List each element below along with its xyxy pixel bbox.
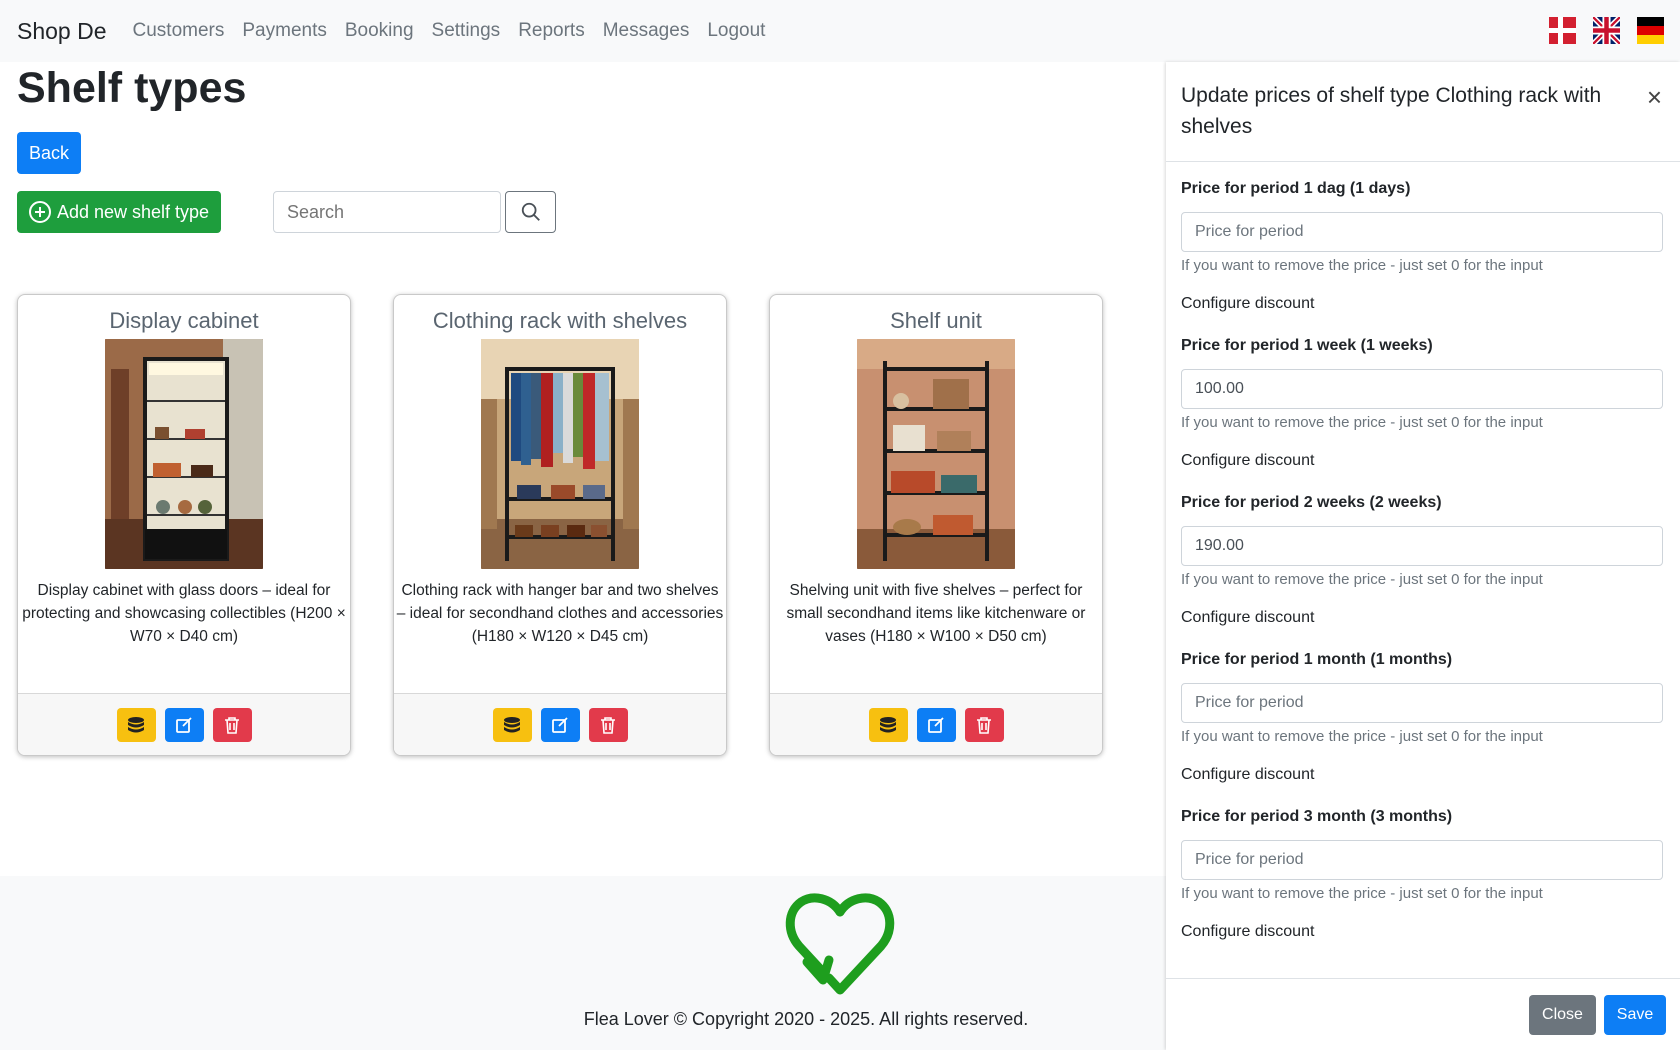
- save-button[interactable]: Save: [1604, 995, 1666, 1035]
- search-input[interactable]: [273, 191, 501, 233]
- nav-link-settings[interactable]: Settings: [432, 20, 501, 42]
- delete-button[interactable]: [588, 707, 628, 742]
- page-title: Shelf types: [17, 64, 247, 112]
- price-hint: If you want to remove the price - just s…: [1181, 885, 1543, 902]
- configure-discount-link[interactable]: Configure discount: [1181, 923, 1666, 941]
- coins-icon: [504, 716, 520, 732]
- german-flag-icon[interactable]: [1637, 17, 1664, 44]
- close-button[interactable]: Close: [1529, 995, 1596, 1035]
- uk-flag-icon[interactable]: [1593, 17, 1620, 44]
- card-actions: [394, 693, 726, 755]
- nav-link-payments[interactable]: Payments: [242, 20, 326, 42]
- card-actions: [770, 693, 1102, 755]
- nav-link-messages[interactable]: Messages: [603, 20, 690, 42]
- back-button[interactable]: Back: [17, 132, 81, 174]
- display-cabinet-image: [105, 339, 263, 569]
- card-description: Display cabinet with glass doors – ideal…: [22, 582, 346, 645]
- edit-icon: [928, 716, 944, 733]
- brand[interactable]: Shop De: [17, 18, 107, 45]
- configure-discount-link[interactable]: Configure discount: [1181, 295, 1666, 313]
- price-field-1-week: Price for period 1 week (1 weeks) If you…: [1181, 337, 1666, 470]
- danish-flag-icon[interactable]: [1549, 17, 1576, 44]
- card-title: Shelf unit: [890, 308, 982, 333]
- configure-discount-link[interactable]: Configure discount: [1181, 452, 1666, 470]
- add-shelf-type-button[interactable]: Add new shelf type: [17, 191, 221, 233]
- edit-icon: [176, 716, 192, 733]
- nav-link-customers[interactable]: Customers: [133, 20, 225, 42]
- panel-header: Update prices of shelf type Clothing rac…: [1166, 62, 1680, 162]
- panel-title: Update prices of shelf type Clothing rac…: [1181, 84, 1602, 138]
- price-label: Price for period 1 week (1 weeks): [1181, 337, 1433, 354]
- heart-recycle-logo-icon: [785, 893, 895, 995]
- price-label: Price for period 1 dag (1 days): [1181, 180, 1411, 197]
- update-prices-panel: Update prices of shelf type Clothing rac…: [1166, 62, 1680, 1050]
- price-input[interactable]: [1181, 526, 1663, 566]
- update-prices-button[interactable]: [116, 707, 156, 742]
- panel-footer: Close Save: [1166, 978, 1680, 1050]
- card-title: Display cabinet: [109, 308, 259, 333]
- price-hint: If you want to remove the price - just s…: [1181, 571, 1543, 588]
- trash-icon: [225, 716, 239, 734]
- price-field-1-month: Price for period 1 month (1 months) If y…: [1181, 651, 1666, 784]
- price-field-3-months: Price for period 3 month (3 months) If y…: [1181, 808, 1666, 941]
- coins-icon: [880, 716, 896, 732]
- price-hint: If you want to remove the price - just s…: [1181, 257, 1543, 274]
- trash-icon: [601, 716, 615, 734]
- price-label: Price for period 3 month (3 months): [1181, 808, 1453, 825]
- price-input[interactable]: [1181, 683, 1663, 723]
- price-label: Price for period 1 month (1 months): [1181, 651, 1453, 668]
- delete-button[interactable]: [964, 707, 1004, 742]
- edit-button[interactable]: [540, 707, 580, 742]
- shelf-card-shelf-unit: Shelf unit Shelving unit with five shelv…: [769, 294, 1103, 756]
- price-label: Price for period 2 weeks (2 weeks): [1181, 494, 1442, 511]
- shelf-card-clothing-rack: Clothing rack with shelves Clothing rack…: [393, 294, 727, 756]
- edit-button[interactable]: [164, 707, 204, 742]
- edit-button[interactable]: [916, 707, 956, 742]
- price-field-1-day: Price for period 1 dag (1 days) If you w…: [1181, 180, 1666, 313]
- shelf-unit-image: [857, 339, 1015, 569]
- price-hint: If you want to remove the price - just s…: [1181, 414, 1543, 431]
- edit-icon: [552, 716, 568, 733]
- delete-button[interactable]: [212, 707, 252, 742]
- trash-icon: [977, 716, 991, 734]
- card-description: Shelving unit with five shelves – perfec…: [786, 582, 1086, 645]
- update-prices-button[interactable]: [868, 707, 908, 742]
- update-prices-button[interactable]: [492, 707, 532, 742]
- navbar: Shop De Customers Payments Booking Setti…: [0, 0, 1680, 62]
- price-input[interactable]: [1181, 840, 1663, 880]
- price-input[interactable]: [1181, 369, 1663, 409]
- card-description: Clothing rack with hanger bar and two sh…: [396, 582, 724, 645]
- nav-link-logout[interactable]: Logout: [707, 20, 765, 42]
- price-hint: If you want to remove the price - just s…: [1181, 728, 1543, 745]
- nav-link-booking[interactable]: Booking: [345, 20, 414, 42]
- configure-discount-link[interactable]: Configure discount: [1181, 766, 1666, 784]
- price-field-2-weeks: Price for period 2 weeks (2 weeks) If yo…: [1181, 494, 1666, 627]
- add-shelf-type-label: Add new shelf type: [56, 201, 210, 222]
- close-icon[interactable]: ×: [1647, 84, 1662, 110]
- shelf-card-display-cabinet: Display cabinet Display cabinet with gla…: [17, 294, 351, 756]
- language-switcher: [1549, 17, 1664, 44]
- coins-icon: [128, 716, 144, 732]
- search-button[interactable]: [505, 191, 556, 233]
- card-actions: [18, 693, 350, 755]
- plus-circle-icon: [28, 201, 51, 223]
- configure-discount-link[interactable]: Configure discount: [1181, 609, 1666, 627]
- price-input[interactable]: [1181, 212, 1663, 252]
- card-title: Clothing rack with shelves: [432, 308, 688, 333]
- search-icon: [521, 202, 540, 221]
- clothing-rack-image: [481, 339, 639, 569]
- nav-link-reports[interactable]: Reports: [518, 20, 585, 42]
